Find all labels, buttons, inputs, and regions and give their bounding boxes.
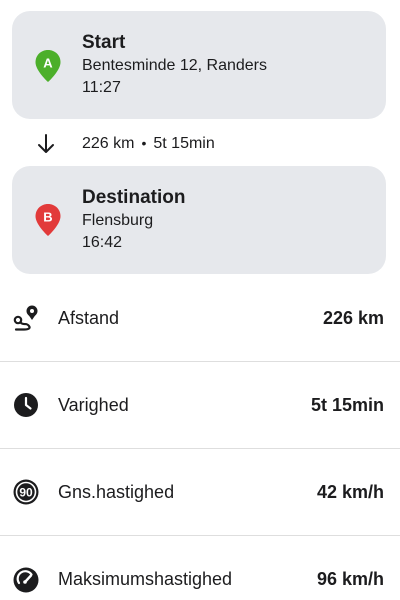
leg-distance: 226 km	[82, 135, 135, 152]
map-pin-red-icon: B	[35, 204, 61, 236]
stat-label-duration: Varighed	[58, 394, 129, 415]
svg-text:90: 90	[19, 486, 33, 500]
map-pin-green-icon: A	[35, 50, 61, 82]
start-card[interactable]: A Start Bentesminde 12, Randers 11:27	[12, 11, 386, 119]
stat-label-distance: Afstand	[58, 307, 120, 328]
arrow-down-icon	[38, 134, 54, 153]
leg-separator: •	[141, 135, 147, 151]
stat-value-duration: 5t 15min	[310, 394, 384, 415]
clock-icon	[14, 393, 38, 417]
speed-limit-90-icon: 90	[13, 479, 39, 505]
destination-title: Destination	[82, 187, 186, 208]
leg-duration: 5t 15min	[153, 135, 215, 152]
stat-row-average-speed: 90 Gns.hastighed 42 km/h	[0, 449, 400, 536]
leg-summary: 226 km • 5t 15min	[36, 131, 215, 157]
route-icon	[13, 305, 38, 331]
speedometer-icon	[13, 567, 39, 592]
stat-row-max-speed: Maksimumshastighed 96 km/h	[0, 536, 400, 600]
destination-card[interactable]: B Destination Flensburg 16:42	[12, 166, 386, 274]
stat-value-distance: 226 km	[322, 307, 384, 328]
stat-row-duration: Varighed 5t 15min	[0, 362, 400, 449]
start-title: Start	[82, 32, 126, 53]
destination-time: 16:42	[82, 234, 123, 251]
stat-value-average-speed: 42 km/h	[316, 481, 384, 502]
destination-address: Flensburg	[82, 212, 154, 229]
start-time: 11:27	[82, 79, 121, 96]
stat-label-average-speed: Gns.hastighed	[58, 481, 175, 502]
destination-marker-letter: B	[43, 210, 52, 225]
stat-value-max-speed: 96 km/h	[316, 569, 384, 589]
stat-label-max-speed: Maksimumshastighed	[58, 569, 233, 589]
start-marker-letter: A	[43, 56, 53, 71]
start-address: Bentesminde 12, Randers	[82, 57, 267, 74]
stat-row-distance: Afstand 226 km	[0, 275, 400, 362]
